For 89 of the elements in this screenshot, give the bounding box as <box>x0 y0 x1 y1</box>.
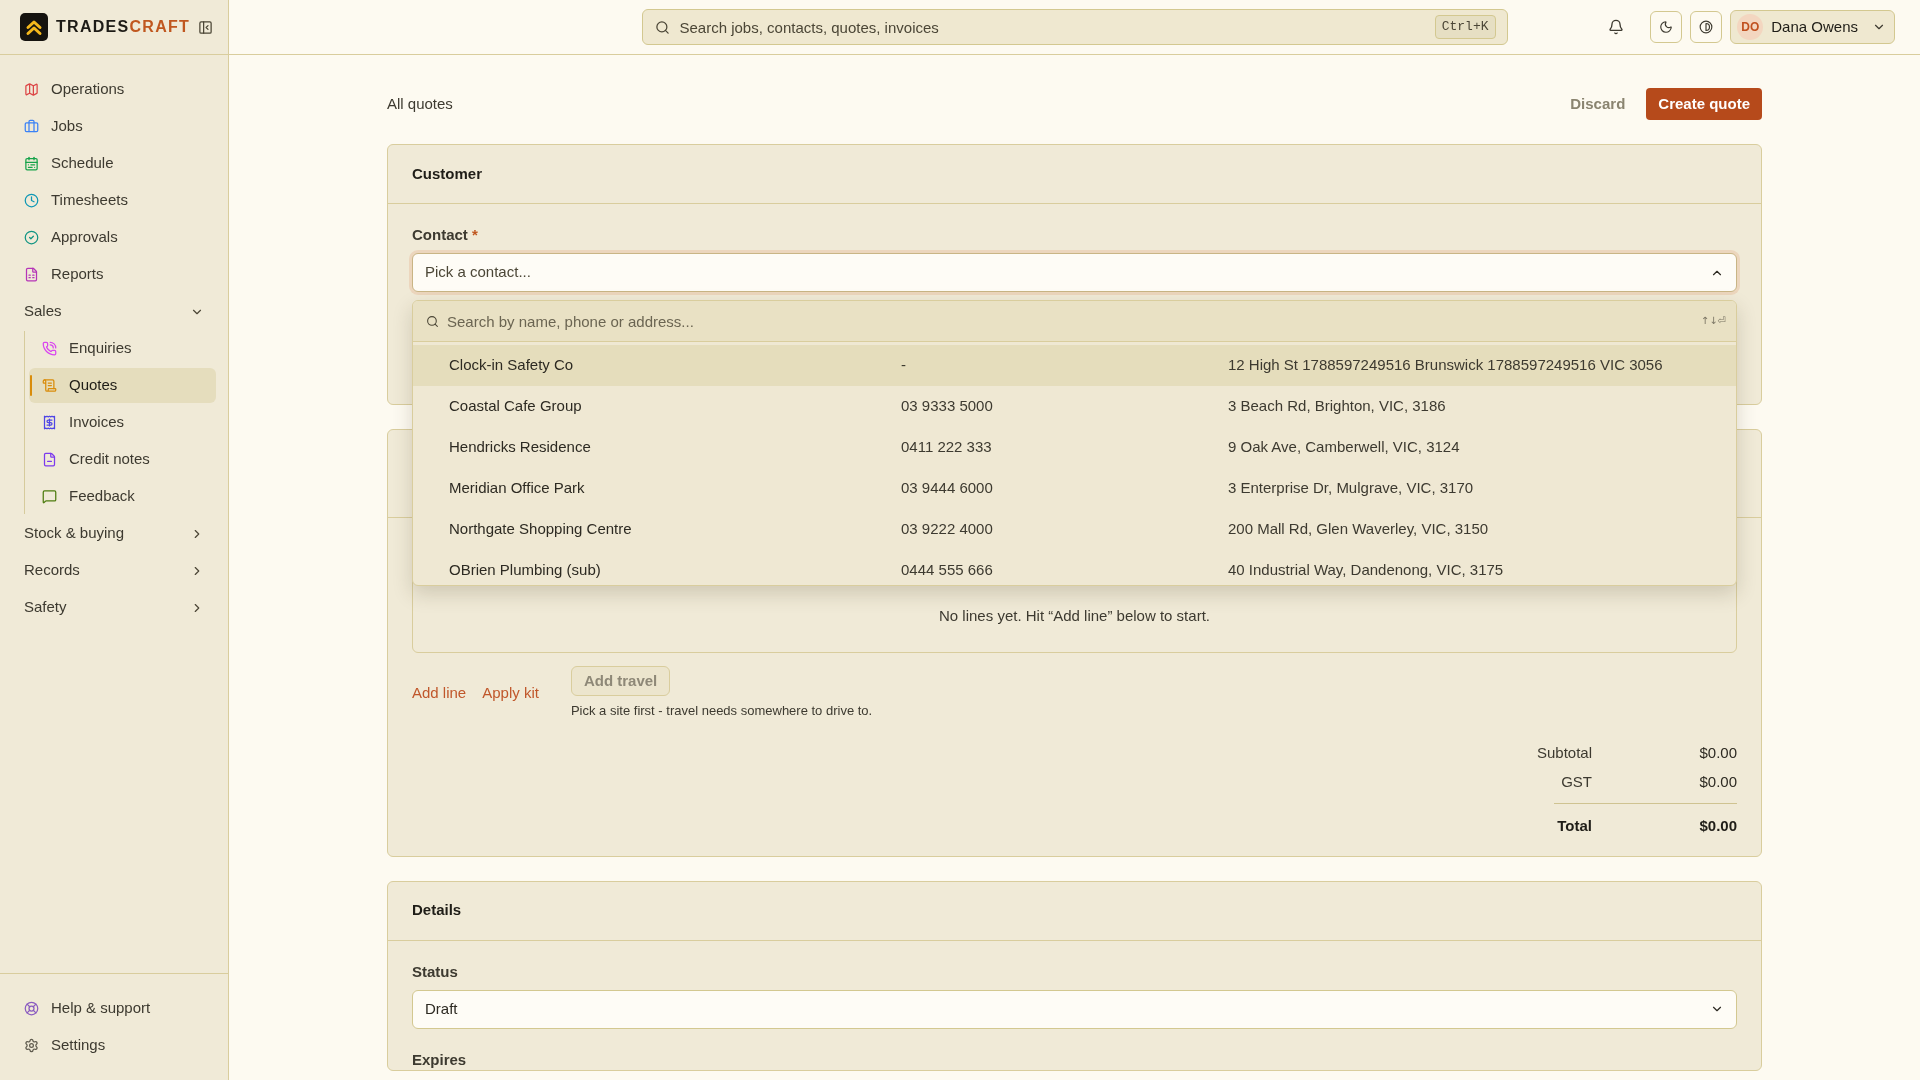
contact-name: Clock-in Safety Co <box>449 355 574 376</box>
dark-mode-button[interactable] <box>1650 11 1683 43</box>
action-link[interactable]: Add line <box>412 682 467 705</box>
contact-name: Coastal Cafe Group <box>449 396 582 417</box>
contact-address: 9 Oak Ave, Camberwell, VIC, 3124 <box>1228 437 1460 458</box>
nav-item[interactable]: Reports <box>12 257 216 292</box>
lifebuoy-icon <box>24 1001 39 1016</box>
user-avatar: DO <box>1737 14 1764 40</box>
nav-item[interactable]: Quotes <box>29 368 216 403</box>
status-select[interactable]: Draft <box>412 989 1737 1029</box>
user-menu-button[interactable]: DO Dana Owens <box>1730 10 1895 44</box>
active-indicator <box>30 375 32 396</box>
contact-phone: 0444 555 666 <box>901 560 993 581</box>
contrast-button[interactable] <box>1690 11 1723 43</box>
field-label: Contact * <box>412 225 479 245</box>
total-label: GST <box>1561 771 1592 792</box>
notifications-bell-icon[interactable] <box>1608 19 1625 35</box>
scroll-icon <box>42 378 57 393</box>
contact-option[interactable]: OBrien Plumbing (sub) 0444 555 666 40 Industrial Way, Dandenong, VIC, 3175 <box>413 550 1736 585</box>
nav-item[interactable]: Invoices <box>29 405 216 440</box>
hint-text: Pick a site first - travel needs somewhere to drive to. <box>570 702 873 720</box>
contact-phone: - <box>901 355 906 376</box>
contact-phone: 03 9222 4000 <box>901 519 993 540</box>
contact-address: 200 Mall Rd, Glen Waverley, VIC, 3150 <box>1228 519 1489 540</box>
brand-name: TRADESCRAFT <box>56 17 191 37</box>
nav-item[interactable]: Enquiries <box>29 331 216 366</box>
receipt-icon <box>42 415 57 430</box>
nav-group[interactable]: Stock & buying <box>12 516 216 551</box>
clock-icon <box>24 193 39 208</box>
nav-group[interactable]: Safety <box>12 590 216 625</box>
file-minus-icon <box>42 452 57 467</box>
total-label: Subtotal <box>1536 742 1592 763</box>
phone-icon <box>42 341 57 356</box>
contact-name: Northgate Shopping Centre <box>449 519 632 540</box>
nav-item[interactable]: Settings <box>12 1028 216 1063</box>
card-title: Details <box>412 900 462 921</box>
shortcut-hint: Ctrl+K <box>1434 15 1496 39</box>
card-title: Customer <box>412 163 482 184</box>
empty-state-text: No lines yet. Hit “Add line” below to start. <box>939 605 1210 626</box>
total-value: $0.00 <box>1698 815 1737 836</box>
contact-option[interactable]: Clock-in Safety Co - 12 High St 1788597249516 Brunswick 1788597249516 VIC 3056 <box>413 345 1736 386</box>
contact-address: 3 Enterprise Dr, Mulgrave, VIC, 3170 <box>1228 478 1474 499</box>
contact-name: Hendricks Residence <box>449 437 591 458</box>
contrast-icon <box>1699 20 1714 34</box>
chat-bubble-icon <box>42 489 57 504</box>
total-value: $0.00 <box>1698 742 1737 763</box>
total-value: $0.00 <box>1698 771 1737 792</box>
total-label: Total <box>1557 815 1592 836</box>
back-link[interactable]: All quotes <box>387 92 453 116</box>
contact-option[interactable]: Meridian Office Park 03 9444 6000 3 Enterprise Dr, Mulgrave, VIC, 3170 <box>413 468 1736 509</box>
nav-item[interactable]: Help & support <box>12 991 216 1026</box>
settings-icon <box>24 1038 39 1053</box>
nav-item[interactable]: Approvals <box>12 220 216 255</box>
contact-name: OBrien Plumbing (sub) <box>449 560 601 581</box>
nav-item[interactable]: Jobs <box>12 109 216 144</box>
sidebar-toggle-icon[interactable] <box>198 19 214 35</box>
contact-phone: 03 9444 6000 <box>901 478 993 499</box>
nav-item[interactable]: Feedback <box>29 479 216 514</box>
check-circle-icon <box>24 230 39 245</box>
contact-name: Meridian Office Park <box>449 478 585 499</box>
create-quote-button[interactable]: Create quote <box>1646 88 1762 120</box>
contact-phone: 03 9333 5000 <box>901 396 993 417</box>
field-label: Status <box>412 961 459 982</box>
nav-item[interactable]: Timesheets <box>12 183 216 218</box>
keyboard-hint: ↑↓⏎ <box>1700 314 1726 328</box>
nav-group[interactable]: Sales <box>12 294 216 329</box>
nav-item[interactable]: Schedule <box>12 146 216 181</box>
search-icon <box>426 315 439 328</box>
moon-icon <box>1659 20 1674 34</box>
contact-option[interactable]: Northgate Shopping Centre 03 9222 4000 200 Mall Rd, Glen Waverley, VIC, 3150 <box>413 509 1736 550</box>
contact-address: 40 Industrial Way, Dandenong, VIC, 3175 <box>1228 560 1504 581</box>
action-link[interactable]: Apply kit <box>482 682 539 705</box>
logo-icon <box>20 13 48 41</box>
contact-option[interactable]: Coastal Cafe Group 03 9333 5000 3 Beach Rd, Brighton, VIC, 3186 <box>413 386 1736 427</box>
discard-button[interactable]: Discard <box>1555 88 1641 120</box>
briefcase-icon <box>24 119 39 134</box>
calendar-icon <box>24 156 39 171</box>
search-icon <box>654 19 670 35</box>
map-icon <box>24 82 39 97</box>
contact-select[interactable]: Pick a contact... <box>412 253 1737 292</box>
contact-address: 12 High St 1788597249516 Brunswick 1788597249516 VIC 3056 <box>1228 355 1663 376</box>
nav-item[interactable]: Operations <box>12 72 216 107</box>
field-label: Expires <box>412 1049 468 1070</box>
nav-item[interactable]: Credit notes <box>29 442 216 477</box>
spreadsheet-file-icon <box>24 267 39 282</box>
contact-phone: 0411 222 333 <box>901 437 992 458</box>
contact-option[interactable]: Hendricks Residence 0411 222 333 9 Oak Ave, Camberwell, VIC, 3124 <box>413 427 1736 468</box>
nav-group[interactable]: Records <box>12 553 216 588</box>
contact-address: 3 Beach Rd, Brighton, VIC, 3186 <box>1228 396 1446 417</box>
